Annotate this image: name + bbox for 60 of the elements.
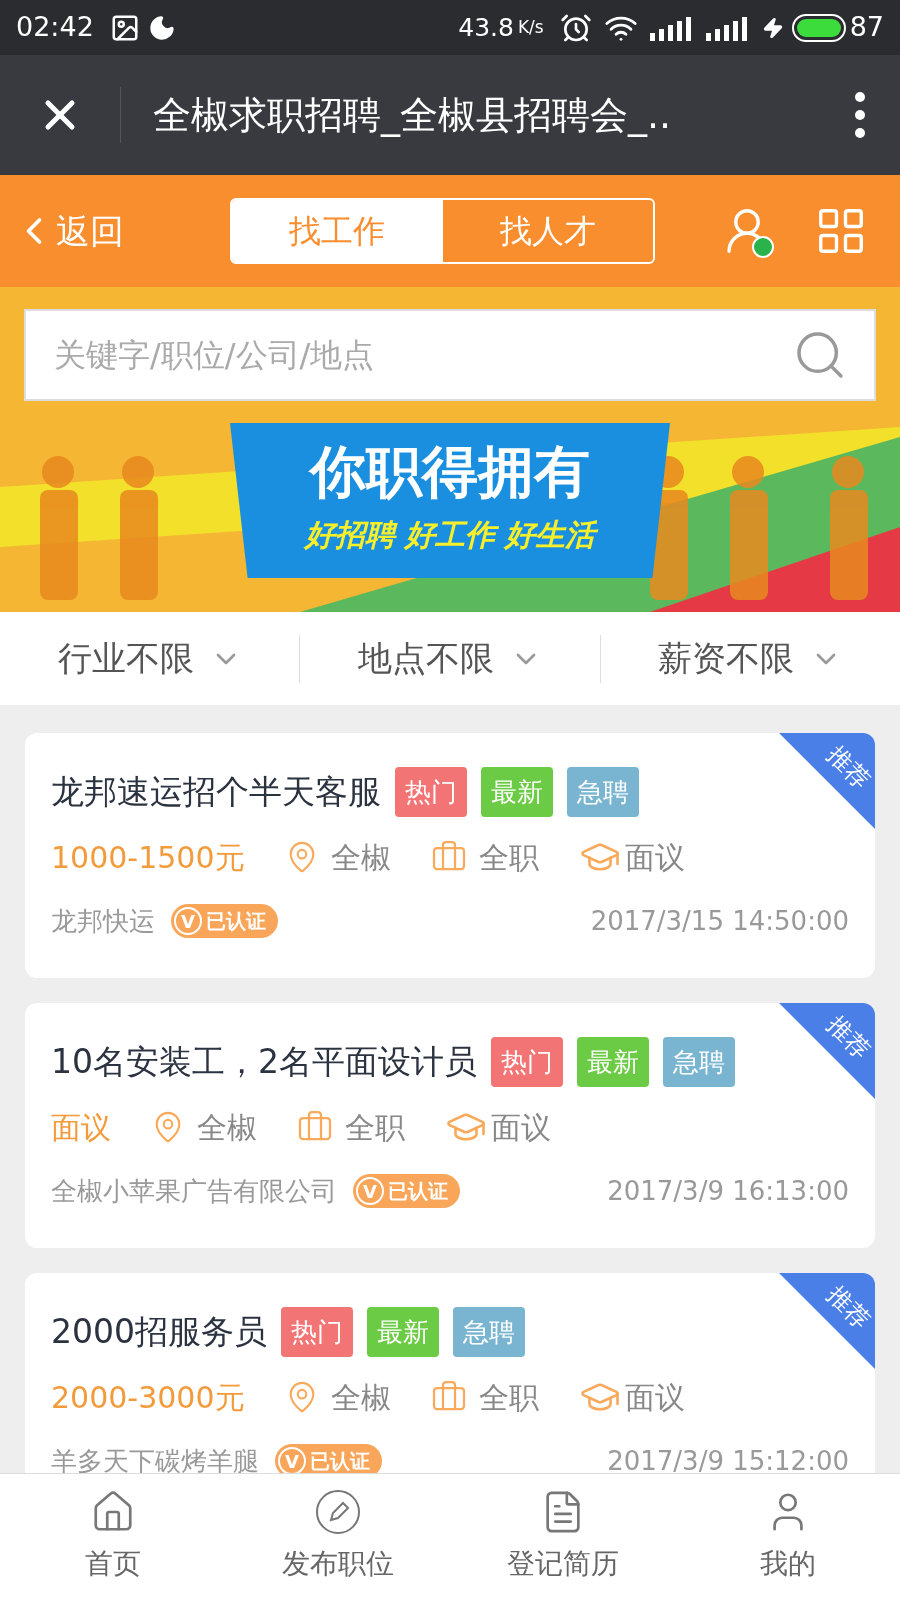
- company-name: 全椒小苹果广告有限公司: [51, 1174, 337, 1208]
- battery-percent: 87: [849, 10, 884, 45]
- education: 面议: [624, 1378, 685, 1417]
- 4g-signal-icon: [705, 14, 750, 41]
- charging-icon: [761, 16, 784, 39]
- nav-item[interactable]: 登记简历: [450, 1489, 675, 1585]
- job-tag: 最新: [481, 767, 553, 817]
- job-title: 10名安装工，2名平面设计员: [51, 1041, 477, 1084]
- job-tag: 急聘: [663, 1037, 735, 1087]
- page-title: 全椒求职招聘_全椒县招聘会_..: [153, 91, 673, 139]
- filter-dropdown[interactable]: 行业不限: [0, 633, 300, 684]
- network-speed: 43.8: [458, 11, 514, 44]
- job-title: 2000招服务员: [51, 1311, 267, 1354]
- nav-item[interactable]: 我的: [675, 1489, 900, 1585]
- location: 全椒: [197, 1108, 257, 1147]
- job-tag: 热门: [281, 1307, 353, 1357]
- job-tag: 热门: [491, 1037, 563, 1087]
- nav-item[interactable]: 发布职位: [225, 1489, 450, 1585]
- pencil-circle-icon: [314, 1489, 361, 1535]
- job-tag: 热门: [395, 767, 467, 817]
- signal-icon: [649, 14, 694, 41]
- location: 全椒: [330, 838, 391, 877]
- more-icon: [855, 92, 865, 138]
- clock-time: 02:42: [16, 10, 94, 45]
- job-tag: 最新: [367, 1307, 439, 1357]
- nav-item[interactable]: 首页: [0, 1489, 225, 1585]
- job-tag: 急聘: [453, 1307, 525, 1357]
- search-field[interactable]: 关键字/职位/公司/地点: [24, 309, 876, 401]
- job-type: 全职: [478, 1378, 539, 1417]
- salary: 1000-1500元: [51, 838, 245, 877]
- job-card[interactable]: 推荐 龙邦速运招个半天客服 热门 最新 急聘 1000-1500元 全椒 全职 面议 龙邦快运 V 已认证 2017/3/15 14:50:00: [25, 733, 875, 978]
- location: 全椒: [330, 1378, 391, 1417]
- verified-badge: V 已认证: [171, 904, 278, 938]
- job-type: 全职: [345, 1108, 405, 1147]
- company-name: 羊多天下碳烤羊腿: [51, 1444, 259, 1473]
- post-time: 2017/3/15 14:50:00: [590, 904, 849, 938]
- education: 面议: [624, 838, 685, 877]
- job-title: 龙邦速运招个半天客服: [51, 771, 381, 814]
- filter-dropdown[interactable]: 薪资不限: [600, 633, 900, 684]
- speed-unit: K/s: [517, 15, 544, 39]
- moon-icon: [147, 13, 176, 42]
- recommended-ribbon: 推荐: [779, 1003, 875, 1099]
- salary: 2000-3000元: [51, 1378, 245, 1417]
- recommended-ribbon: 推荐: [779, 733, 875, 829]
- job-tag: 最新: [577, 1037, 649, 1087]
- company-name: 龙邦快运: [51, 904, 155, 938]
- verified-badge: V 已认证: [353, 1174, 460, 1208]
- job-type: 全职: [478, 838, 539, 877]
- post-time: 2017/3/9 15:12:00: [607, 1444, 849, 1473]
- banner-headline: 你职得拥有: [310, 444, 590, 500]
- verified-badge: V 已认证: [275, 1444, 382, 1473]
- post-time: 2017/3/9 16:13:00: [607, 1174, 849, 1208]
- job-card[interactable]: 推荐 2000招服务员 热门 最新 急聘 2000-3000元 全椒 全职 面议 羊多天下碳烤羊腿 V 已认证 2017/3/9 15:12:00: [25, 1273, 875, 1473]
- education: 面议: [491, 1108, 551, 1147]
- filter-dropdown[interactable]: 地点不限: [300, 633, 600, 684]
- recommended-ribbon: 推荐: [779, 1273, 875, 1369]
- job-card[interactable]: 推荐 10名安装工，2名平面设计员 热门 最新 急聘 面议 全椒 全职 面议 全椒小苹果广告有限公司 V 已认证 2017/3/9 16:13:00: [25, 1003, 875, 1248]
- salary: 面议: [51, 1108, 111, 1147]
- battery-icon: [791, 13, 846, 42]
- job-tag: 急聘: [567, 767, 639, 817]
